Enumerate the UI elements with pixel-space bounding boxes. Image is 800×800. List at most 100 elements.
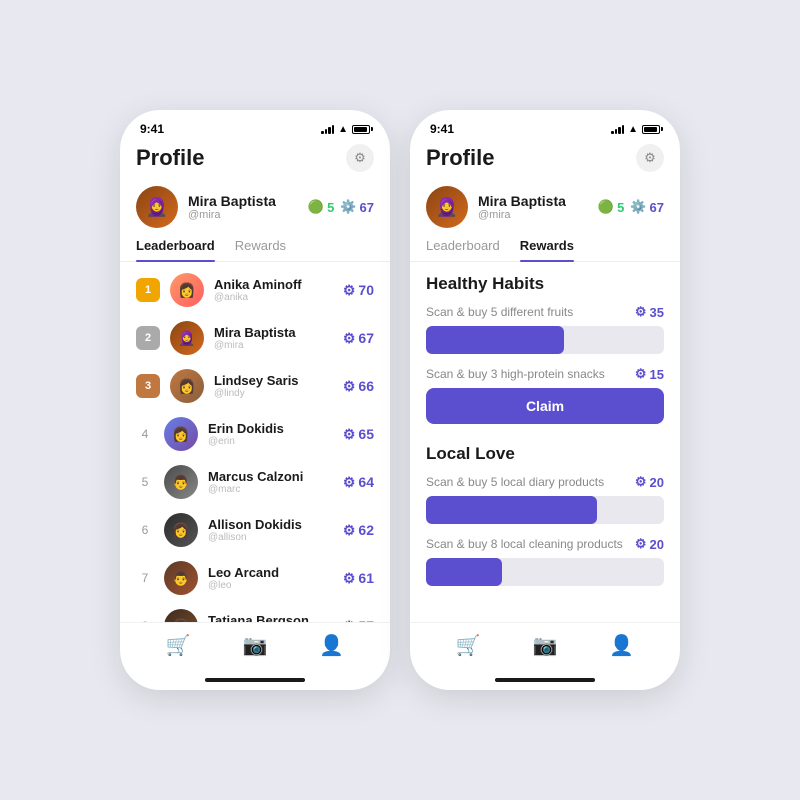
lb-score-1: ⚙70 <box>343 282 374 299</box>
rank-num-5: 5 <box>136 475 154 489</box>
lb-row-8: 8 👩 Tatiana Bergson @tati ⚙57 <box>120 602 390 622</box>
rewards-content: Healthy Habits Scan & buy 5 different fr… <box>410 262 680 622</box>
lb-handle-7: @leo <box>208 580 333 591</box>
user-stats-right: 🟢 5 ⚙️ 67 <box>598 199 664 215</box>
time-left: 9:41 <box>140 122 164 136</box>
nav-profile-left[interactable]: 👤 <box>319 633 344 658</box>
user-handle-right: @mira <box>478 209 588 221</box>
nav-camera-left[interactable]: 📷 <box>243 633 268 658</box>
battery-icon-right <box>642 125 660 134</box>
reward-label-1: Scan & buy 5 different fruits <box>426 305 573 319</box>
reward-pts-3: ⚙ 20 <box>635 474 664 490</box>
score-gear-3: ⚙ <box>343 378 356 395</box>
lb-name-1: Anika Aminoff <box>214 277 333 292</box>
lb-handle-4: @erin <box>208 436 333 447</box>
rank-num-7: 7 <box>136 571 154 585</box>
status-icons-left: ▲ <box>321 124 370 135</box>
lb-avatar-2: 🧕 <box>170 321 204 355</box>
lb-info-3: Lindsey Saris @lindy <box>214 373 333 399</box>
lb-handle-3: @lindy <box>214 388 333 399</box>
lb-avatar-1: 👩 <box>170 273 204 307</box>
page-title-left: Profile <box>136 145 204 171</box>
reward-section-local: Local Love Scan & buy 5 local diary prod… <box>426 444 664 586</box>
pts-gear-1: ⚙ <box>635 304 647 320</box>
progress-bg-4 <box>426 558 664 586</box>
avatar-left: 🧕 <box>136 186 178 228</box>
score-gear-7: ⚙ <box>343 570 356 587</box>
wifi-icon-right: ▲ <box>628 124 638 135</box>
lb-handle-2: @mira <box>214 340 333 351</box>
lb-info-4: Erin Dokidis @erin <box>208 421 333 447</box>
lb-name-5: Marcus Calzoni <box>208 469 333 484</box>
bottom-nav-left: 🛒 📷 👤 <box>120 622 390 674</box>
nav-cart-right[interactable]: 🛒 <box>456 633 481 658</box>
lb-name-6: Allison Dokidis <box>208 517 333 532</box>
home-indicator-left <box>205 678 305 682</box>
reward-section-healthy: Healthy Habits Scan & buy 5 different fr… <box>426 274 664 428</box>
tabs-right: Leaderboard Rewards <box>410 238 680 262</box>
user-name-right: Mira Baptista <box>478 193 588 209</box>
lb-avatar-6: 👩 <box>164 513 198 547</box>
avatar-right: 🧕 <box>426 186 468 228</box>
gear-icon-right: ⚙️ <box>630 199 646 215</box>
status-icons-right: ▲ <box>611 124 660 135</box>
score-gear-4: ⚙ <box>343 426 356 443</box>
lb-row-3: 3 👩 Lindsey Saris @lindy ⚙66 <box>120 362 390 410</box>
lb-info-2: Mira Baptista @mira <box>214 325 333 351</box>
reward-label-2: Scan & buy 3 high-protein snacks <box>426 367 605 381</box>
leaderboard-list: 1 👩 Anika Aminoff @anika ⚙70 2 🧕 Mira Ba… <box>120 262 390 622</box>
status-bar-right: 9:41 ▲ <box>410 110 680 140</box>
nav-camera-right[interactable]: 📷 <box>533 633 558 658</box>
reward-pts-4: ⚙ 20 <box>635 536 664 552</box>
score-gear-6: ⚙ <box>343 522 356 539</box>
lb-score-3: ⚙66 <box>343 378 374 395</box>
reward-pts-1: ⚙ 35 <box>635 304 664 320</box>
progress-fill-3 <box>426 496 597 524</box>
tab-leaderboard-left[interactable]: Leaderboard <box>136 238 215 261</box>
status-bar-left: 9:41 ▲ <box>120 110 390 140</box>
lb-avatar-4: 👩 <box>164 417 198 451</box>
progress-fill-1 <box>426 326 564 354</box>
nav-cart-left[interactable]: 🛒 <box>166 633 191 658</box>
lb-handle-5: @marc <box>208 484 333 495</box>
lb-name-8: Tatiana Bergson <box>208 613 333 622</box>
tab-rewards-left[interactable]: Rewards <box>235 238 286 261</box>
user-handle-left: @mira <box>188 209 298 221</box>
lb-name-2: Mira Baptista <box>214 325 333 340</box>
claim-button[interactable]: Claim <box>426 388 664 424</box>
tab-leaderboard-right[interactable]: Leaderboard <box>426 238 500 261</box>
reward-item-4: Scan & buy 8 local cleaning products ⚙ 2… <box>426 536 664 586</box>
rank-badge-2: 2 <box>136 326 160 350</box>
stat-green-right: 🟢 5 <box>598 199 624 215</box>
settings-button-left[interactable]: ⚙ <box>346 144 374 172</box>
progress-bg-3 <box>426 496 664 524</box>
lb-score-7: ⚙61 <box>343 570 374 587</box>
user-info-right: 🧕 Mira Baptista @mira 🟢 5 ⚙️ 67 <box>410 180 680 238</box>
user-details-right: Mira Baptista @mira <box>478 193 588 221</box>
lb-info-5: Marcus Calzoni @marc <box>208 469 333 495</box>
green-icon: 🟢 <box>308 199 324 215</box>
lb-handle-6: @allison <box>208 532 333 543</box>
lb-info-6: Allison Dokidis @allison <box>208 517 333 543</box>
stat-purple-left: ⚙️ 67 <box>340 199 374 215</box>
reward-row-2: Scan & buy 3 high-protein snacks ⚙ 15 <box>426 366 664 382</box>
profile-header-left: Profile ⚙ <box>120 140 390 180</box>
user-details-left: Mira Baptista @mira <box>188 193 298 221</box>
lb-avatar-5: 👨 <box>164 465 198 499</box>
lb-name-7: Leo Arcand <box>208 565 333 580</box>
profile-header-right: Profile ⚙ <box>410 140 680 180</box>
lb-row-6: 6 👩 Allison Dokidis @allison ⚙62 <box>120 506 390 554</box>
left-phone: 9:41 ▲ Profile ⚙ 🧕 Mira Baptista <box>120 110 390 690</box>
gear-icon-left: ⚙️ <box>340 199 356 215</box>
page-title-right: Profile <box>426 145 494 171</box>
lb-avatar-8: 👩 <box>164 609 198 622</box>
reward-row-4: Scan & buy 8 local cleaning products ⚙ 2… <box>426 536 664 552</box>
settings-button-right[interactable]: ⚙ <box>636 144 664 172</box>
tab-rewards-right[interactable]: Rewards <box>520 238 574 261</box>
lb-avatar-7: 👨 <box>164 561 198 595</box>
bottom-nav-right: 🛒 📷 👤 <box>410 622 680 674</box>
reward-item-3: Scan & buy 5 local diary products ⚙ 20 <box>426 474 664 524</box>
pts-gear-4: ⚙ <box>635 536 647 552</box>
nav-profile-right[interactable]: 👤 <box>609 633 634 658</box>
reward-item-2: Scan & buy 3 high-protein snacks ⚙ 15 Cl… <box>426 366 664 428</box>
